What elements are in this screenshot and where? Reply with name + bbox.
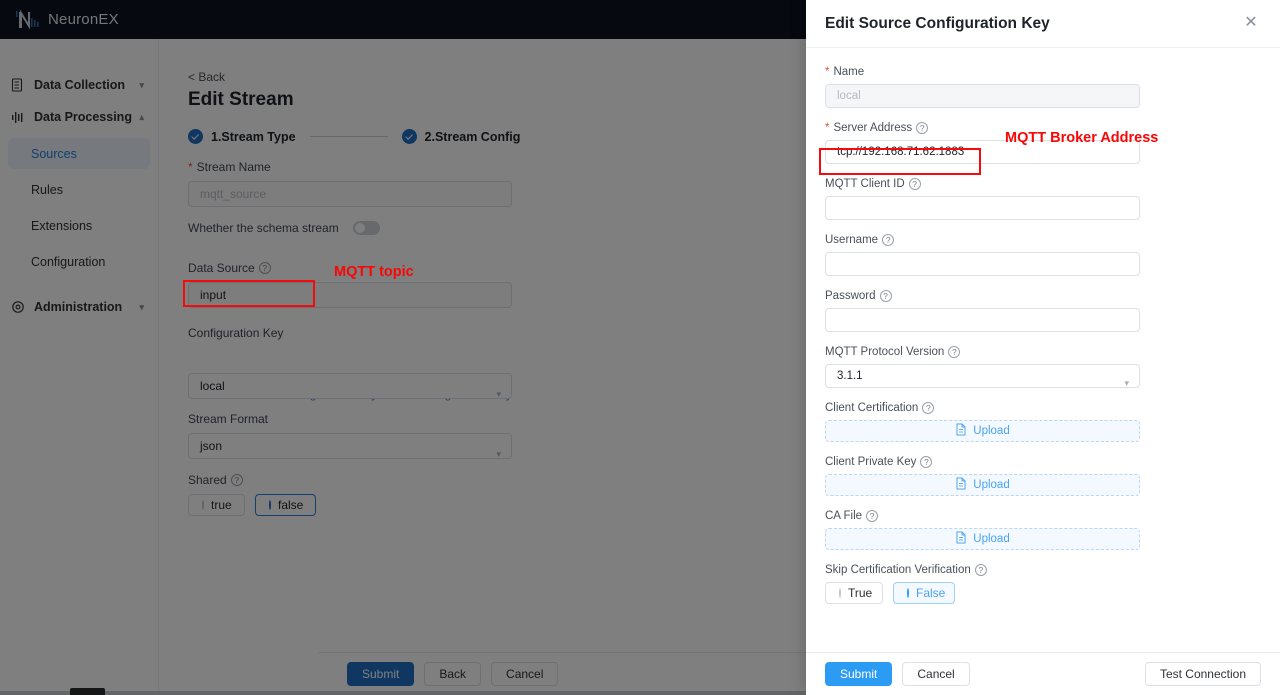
client-certification-upload[interactable]: Upload — [825, 420, 1140, 442]
label-text: Client Private Key — [825, 456, 917, 468]
radio-dot-icon — [839, 588, 841, 598]
drawer-cancel-button[interactable]: Cancel — [902, 662, 970, 686]
file-upload-icon — [955, 423, 967, 439]
label-text: Client Certification — [825, 402, 919, 414]
drawer-header: Edit Source Configuration Key ✕ — [806, 0, 1280, 48]
chevron-down-icon: ▾ — [1124, 378, 1129, 388]
help-icon[interactable]: ? — [908, 178, 921, 190]
ca-file-label: CA File ? — [825, 510, 1261, 522]
label-text: Password — [825, 290, 876, 302]
label-text: MQTT Protocol Version — [825, 346, 945, 358]
skip-verification-radio-false[interactable]: False — [893, 582, 955, 604]
upload-label: Upload — [973, 425, 1010, 437]
upload-label: Upload — [973, 533, 1010, 545]
client-private-key-upload[interactable]: Upload — [825, 474, 1140, 496]
drawer-footer-bar: Submit Cancel Test Connection — [806, 652, 1280, 695]
label-text: Name — [833, 66, 865, 78]
radio-label: True — [848, 586, 873, 600]
name-label: * Name — [825, 66, 1261, 78]
help-icon[interactable]: ? — [922, 402, 935, 414]
test-connection-button[interactable]: Test Connection — [1144, 662, 1261, 686]
client-id-label: MQTT Client ID ? — [825, 178, 1261, 190]
help-icon[interactable]: ? — [879, 290, 892, 302]
required-asterisk: * — [825, 66, 830, 78]
protocol-version-select[interactable]: 3.1.1 ▾ — [825, 364, 1140, 388]
label-text: Skip Certification Verification — [825, 564, 971, 576]
skip-verification-radio-group: True False — [825, 582, 1261, 604]
annotation-label-broker-address: MQTT Broker Address — [1005, 130, 1159, 146]
ca-file-upload[interactable]: Upload — [825, 528, 1140, 550]
client-id-input[interactable] — [825, 196, 1140, 220]
upload-label: Upload — [973, 479, 1010, 491]
help-icon[interactable]: ? — [916, 122, 929, 134]
radio-dot-icon — [907, 588, 909, 598]
help-icon[interactable]: ? — [974, 564, 987, 576]
label-text: MQTT Client ID — [825, 178, 905, 190]
close-icon[interactable]: ✕ — [1242, 14, 1260, 33]
file-upload-icon — [955, 477, 967, 493]
help-icon[interactable]: ? — [866, 510, 879, 522]
username-input[interactable] — [825, 252, 1140, 276]
label-text: Server Address — [833, 122, 913, 134]
drawer-submit-button[interactable]: Submit — [825, 662, 893, 686]
client-private-key-label: Client Private Key ? — [825, 456, 1261, 468]
radio-label: False — [916, 586, 946, 600]
password-input[interactable] — [825, 308, 1140, 332]
help-icon[interactable]: ? — [948, 346, 961, 358]
client-certification-label: Client Certification ? — [825, 402, 1261, 414]
edit-source-configuration-drawer: Edit Source Configuration Key ✕ * Name l… — [806, 0, 1280, 695]
password-label: Password ? — [825, 290, 1261, 302]
modal-dim-overlay[interactable] — [0, 0, 806, 695]
label-text: CA File — [825, 510, 863, 522]
label-text: Username — [825, 234, 879, 246]
required-asterisk: * — [825, 122, 830, 134]
help-icon[interactable]: ? — [920, 456, 933, 468]
protocol-version-label: MQTT Protocol Version ? — [825, 346, 1261, 358]
skip-verification-label: Skip Certification Verification ? — [825, 564, 1261, 576]
skip-verification-radio-true[interactable]: True — [825, 582, 883, 604]
drawer-title: Edit Source Configuration Key — [825, 14, 1050, 32]
help-icon[interactable]: ? — [882, 234, 895, 246]
protocol-version-value: 3.1.1 — [837, 370, 863, 382]
annotation-label-mqtt-topic: MQTT topic — [334, 264, 414, 280]
file-upload-icon — [955, 531, 967, 547]
name-input[interactable]: local — [825, 84, 1140, 108]
username-label: Username ? — [825, 234, 1261, 246]
